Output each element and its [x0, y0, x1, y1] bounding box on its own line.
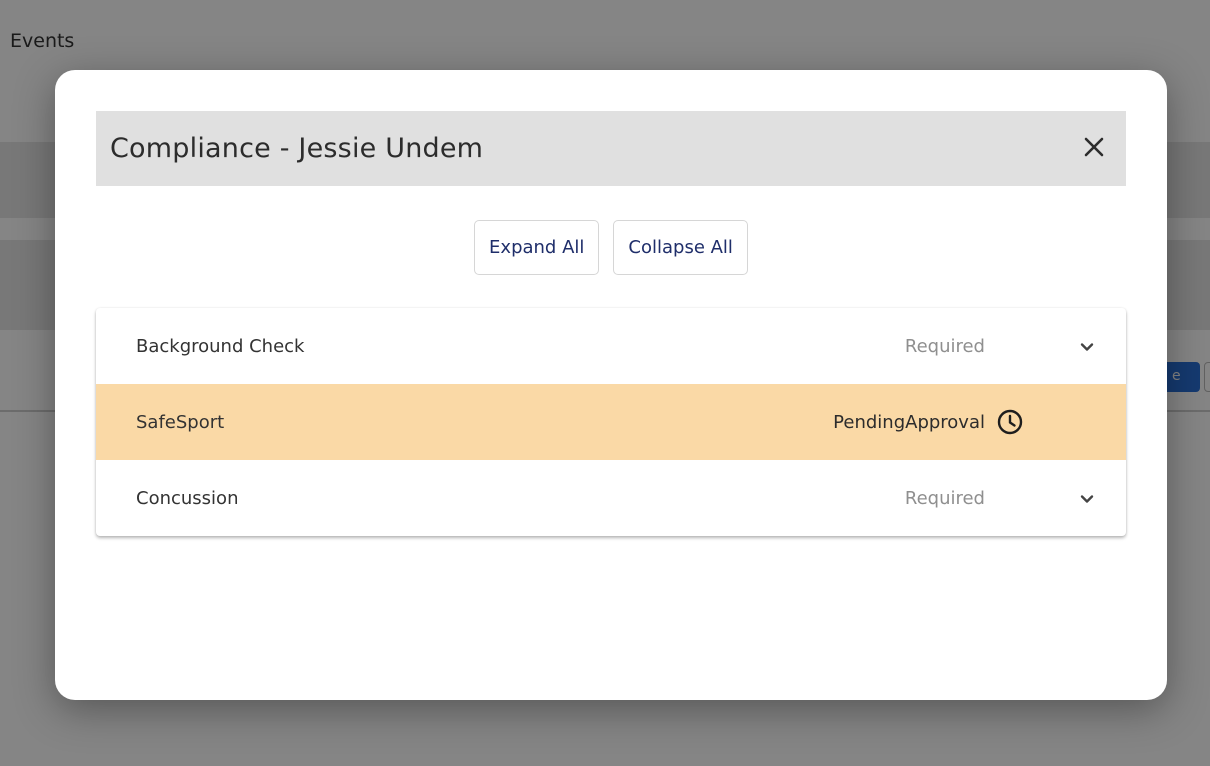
modal-title: Compliance - Jessie Undem — [110, 133, 484, 164]
compliance-item-safesport[interactable]: SafeSport PendingApproval — [96, 384, 1126, 460]
compliance-item-label: Concussion — [136, 487, 239, 509]
compliance-item-label: Background Check — [136, 335, 305, 357]
collapse-all-button[interactable]: Collapse All — [613, 220, 748, 275]
clock-icon — [997, 409, 1023, 435]
modal-header: Compliance - Jessie Undem — [96, 111, 1126, 186]
compliance-item-concussion[interactable]: Concussion Required — [96, 460, 1126, 536]
chevron-down-icon[interactable] — [1078, 338, 1096, 356]
compliance-item-background-check[interactable]: Background Check Required — [96, 308, 1126, 384]
chevron-down-icon[interactable] — [1078, 490, 1096, 508]
compliance-modal: Compliance - Jessie Undem Expand All Col… — [55, 70, 1167, 700]
compliance-item-label: SafeSport — [136, 411, 225, 433]
close-icon[interactable] — [1080, 133, 1108, 161]
status-text: PendingApproval — [833, 411, 985, 433]
status-text: Required — [904, 487, 985, 509]
expand-all-button[interactable]: Expand All — [474, 220, 600, 275]
expand-collapse-toolbar: Expand All Collapse All — [55, 220, 1167, 275]
compliance-list: Background Check Required SafeSport Pend… — [96, 308, 1126, 536]
status-text: Required — [904, 335, 985, 357]
